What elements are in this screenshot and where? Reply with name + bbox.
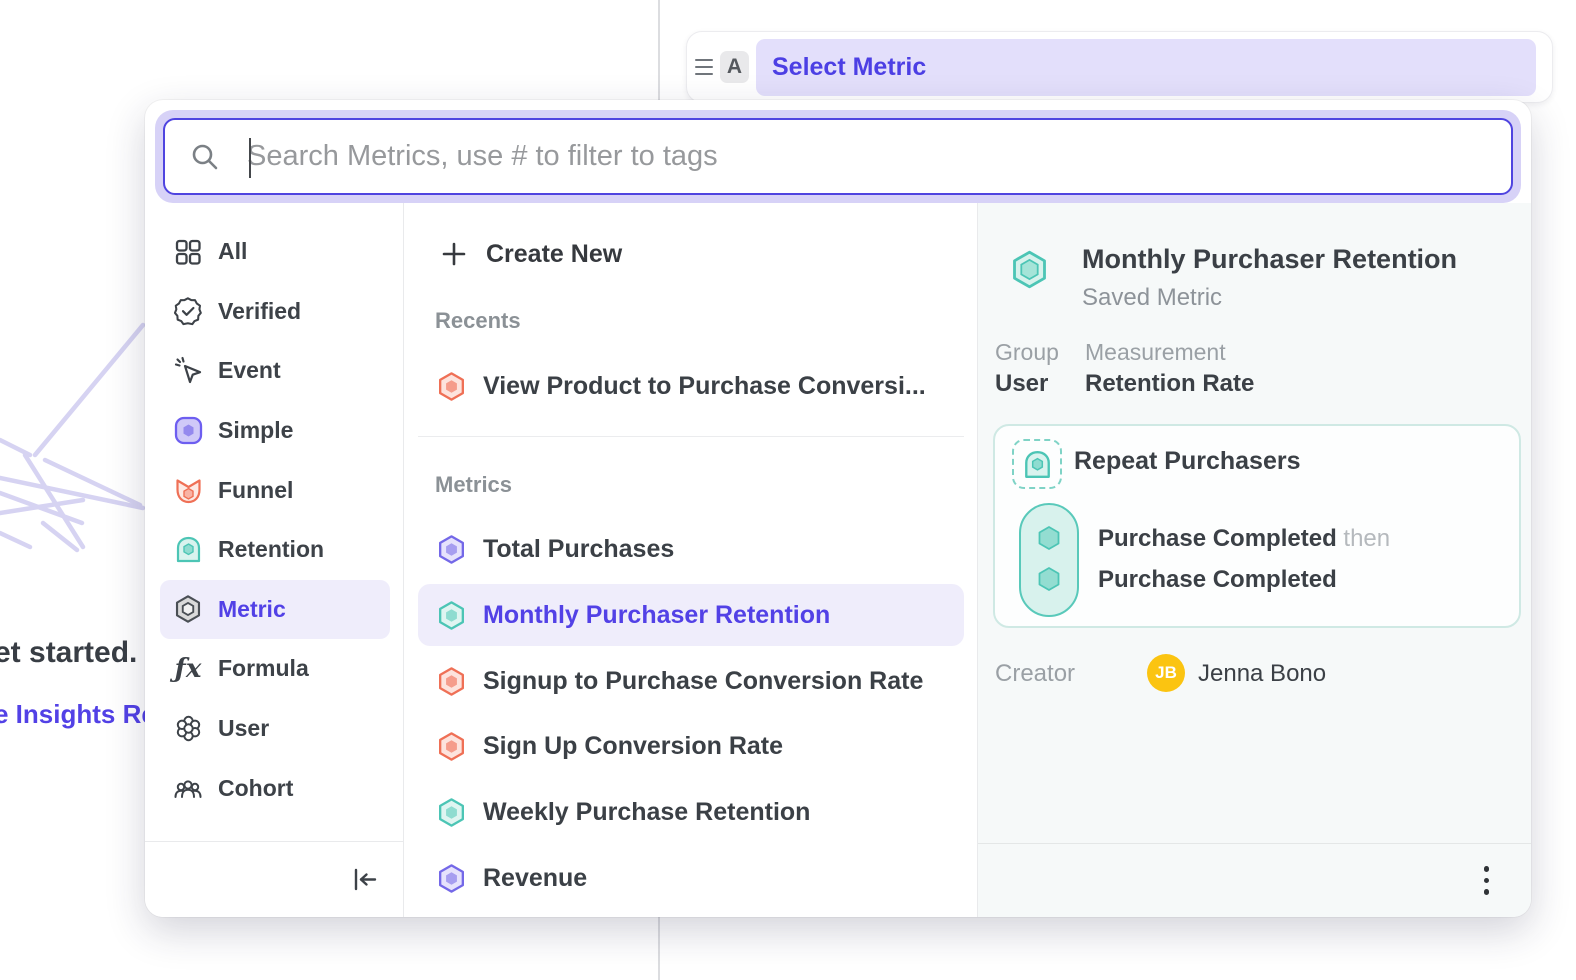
sidebar-item-funnel[interactable]: Funnel	[160, 460, 390, 520]
funnel-metric-hexagon-icon	[436, 731, 467, 762]
definition-step-1: Purchase Completed then	[1098, 525, 1390, 553]
metric-hexagon-icon	[173, 594, 203, 624]
group-value: User	[995, 370, 1048, 398]
type-filter-sidebar: All Verified	[145, 203, 404, 917]
section-divider	[418, 436, 964, 437]
plus-icon	[440, 240, 468, 268]
select-metric-label: Select Metric	[772, 53, 926, 82]
metric-row[interactable]: Weekly Purchase Retention	[418, 781, 964, 843]
search-box[interactable]	[163, 118, 1513, 195]
step-hexagon-icon	[1036, 566, 1062, 592]
sidebar-item-retention[interactable]: Retention	[160, 520, 390, 580]
sidebar-item-cohort[interactable]: Cohort	[160, 758, 390, 818]
verified-badge-icon	[173, 296, 203, 326]
creator-avatar: JB	[1147, 654, 1185, 692]
sidebar-item-event[interactable]: Event	[160, 341, 390, 401]
series-a-badge: A	[720, 51, 749, 83]
detail-type: Saved Metric	[1082, 284, 1222, 312]
select-metric-button[interactable]: Select Metric	[756, 39, 1536, 96]
grid-icon	[173, 237, 203, 267]
sidebar-item-formula[interactable]: ƒx Formula	[160, 639, 390, 699]
metric-row[interactable]: Total Purchases	[418, 518, 964, 580]
recent-item[interactable]: View Product to Purchase Conversi...	[418, 355, 964, 417]
funnel-icon	[173, 475, 203, 505]
search-icon	[189, 141, 221, 173]
detail-title: Monthly Purchaser Retention	[1082, 244, 1457, 275]
retention-arch-icon	[173, 535, 203, 565]
metric-row[interactable]: Sign Up Conversion Rate	[418, 715, 964, 777]
funnel-metric-hexagon-icon	[436, 371, 467, 402]
screen: et started. e Insights Re A Select Metri…	[0, 0, 1576, 980]
metric-detail-panel: Monthly Purchaser Retention Saved Metric…	[978, 203, 1531, 917]
step-connector: then	[1343, 525, 1390, 552]
recents-section-title: Recents	[435, 308, 521, 334]
retention-metric-hexagon-icon	[436, 797, 467, 828]
more-options-icon[interactable]	[1478, 860, 1496, 901]
sidebar-item-all[interactable]: All	[160, 222, 390, 282]
event-sequence-capsule	[1019, 503, 1079, 617]
definition-step-2: Purchase Completed	[1098, 566, 1337, 594]
measurement-value: Retention Rate	[1085, 370, 1254, 398]
formula-fx-icon: ƒx	[173, 654, 203, 684]
cursor-click-icon	[173, 356, 203, 386]
metric-row-selected[interactable]: Monthly Purchaser Retention	[418, 584, 964, 646]
sidebar-item-verified[interactable]: Verified	[160, 282, 390, 342]
simple-metric-icon	[173, 416, 203, 446]
sidebar-footer	[145, 841, 404, 917]
group-label: Group	[995, 339, 1059, 366]
funnel-metric-hexagon-icon	[436, 666, 467, 697]
create-new-button[interactable]: Create New	[440, 228, 622, 280]
retention-metric-hexagon-icon	[436, 600, 467, 631]
metrics-section-title: Metrics	[435, 472, 512, 498]
definition-title: Repeat Purchasers	[1074, 447, 1301, 476]
metric-query-bar: A Select Metric	[686, 31, 1553, 103]
metric-row[interactable]: Revenue	[418, 847, 964, 909]
event-metric-hexagon-icon	[436, 534, 467, 565]
detail-footer	[978, 843, 1531, 917]
saved-metric-hexagon-icon	[1009, 249, 1050, 290]
measurement-label: Measurement	[1085, 339, 1226, 366]
search-input[interactable]	[247, 140, 1447, 173]
sidebar-item-user[interactable]: User	[160, 699, 390, 759]
text-caret	[249, 138, 251, 178]
sidebar-item-simple[interactable]: Simple	[160, 401, 390, 461]
cohort-definition-icon	[1012, 439, 1062, 489]
step-hexagon-icon	[1036, 525, 1062, 551]
creator-name: Jenna Bono	[1198, 660, 1326, 688]
background-insights-link[interactable]: e Insights Re	[0, 699, 156, 730]
search-focus-ring	[155, 110, 1521, 203]
metric-row[interactable]: Signup to Purchase Conversion Rate	[418, 650, 964, 712]
collapse-sidebar-icon[interactable]	[350, 865, 379, 894]
user-cluster-icon	[173, 714, 203, 744]
cohort-people-icon	[173, 773, 203, 803]
creator-label: Creator	[995, 660, 1075, 688]
metric-picker-modal: All Verified	[145, 100, 1531, 917]
sidebar-item-metric[interactable]: Metric	[160, 580, 390, 640]
background-headline: et started.	[0, 636, 137, 670]
decorative-sketch-lines	[0, 280, 160, 570]
event-metric-hexagon-icon	[436, 863, 467, 894]
drag-handle-icon[interactable]	[695, 59, 713, 75]
metric-list-column: Create New Recents View Product to Purch…	[404, 203, 978, 917]
definition-card: Repeat Purchasers Purchase Completed the…	[993, 424, 1521, 628]
